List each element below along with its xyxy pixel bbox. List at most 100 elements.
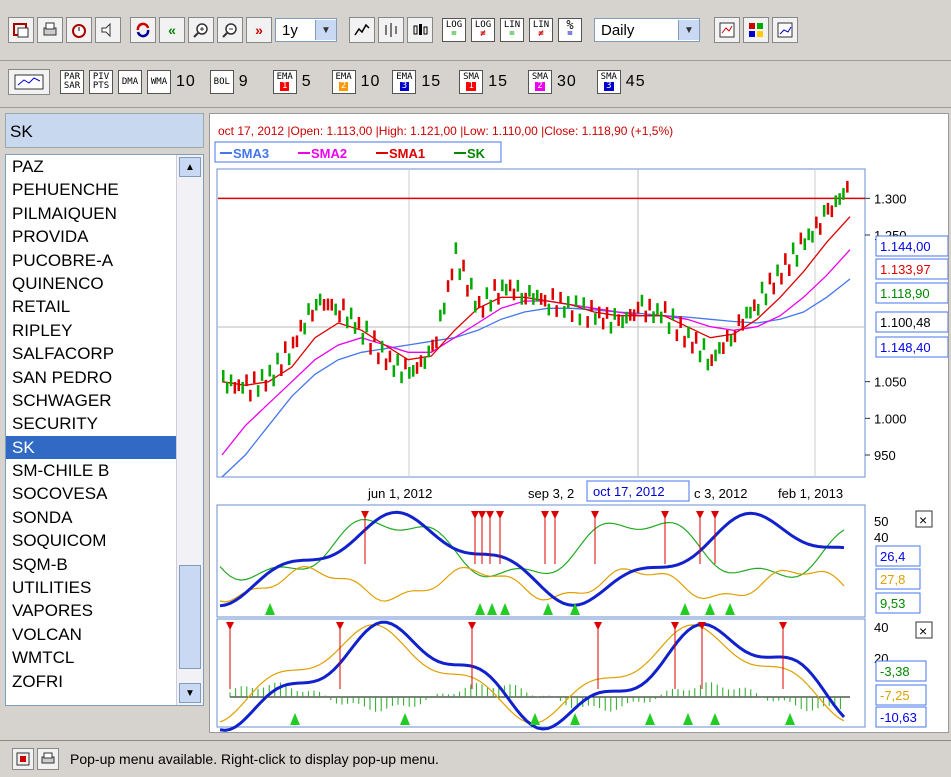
list-item[interactable]: VOLCAN [6, 623, 178, 646]
scroll-thumb[interactable] [179, 565, 201, 669]
piv-pts-button[interactable]: PIV PTS [89, 70, 113, 94]
list-item[interactable]: PROVIDA [6, 225, 178, 248]
list-item[interactable]: SK [6, 435, 178, 460]
price-candle [400, 371, 403, 384]
ema-3-value[interactable]: 15 [421, 73, 441, 91]
list-item[interactable]: PEHUENCHE [6, 178, 178, 201]
zoom-in-icon[interactable] [188, 17, 214, 43]
list-scrollbar[interactable]: ▲ ▼ [176, 155, 203, 705]
price-candle [629, 309, 632, 321]
list-item[interactable]: VAPORES [6, 599, 178, 622]
sound-icon[interactable] [95, 17, 121, 43]
list-item[interactable]: ZOFRI [6, 670, 178, 693]
price-candle [237, 379, 240, 392]
lin-equal-button[interactable]: LIN = [500, 18, 524, 42]
price-candle [687, 326, 690, 339]
chart-canvas[interactable]: oct 17, 2012 |Open: 1.113,00 |High: 1.12… [210, 114, 949, 732]
price-candle [547, 303, 551, 316]
timer-icon[interactable] [66, 17, 92, 43]
log-notequal-button[interactable]: LOG ≠ [471, 18, 495, 42]
dma-button[interactable]: DMA [118, 70, 142, 94]
period-select[interactable]: 1y ▼ [275, 18, 337, 42]
close-oscillator-1-button[interactable]: × [915, 510, 933, 528]
list-item[interactable]: RETAIL [6, 295, 178, 318]
status-text: Pop-up menu available. Right-click to di… [70, 751, 439, 767]
price-candle [702, 338, 706, 350]
list-item[interactable]: SONDA [6, 506, 178, 529]
price-candle [799, 232, 803, 245]
list-item[interactable]: RIPLEY [6, 319, 178, 342]
percent-button[interactable]: % = [558, 18, 582, 42]
symbol-list[interactable]: PAZ PEHUENCHE PILMAIQUEN PROVIDA PUCOBRE-A QU… [5, 154, 204, 706]
list-item[interactable]: SCHWAGER [6, 389, 178, 412]
sma-2-button[interactable]: SMA 2 [528, 70, 552, 94]
price-candle [749, 306, 752, 319]
list-item[interactable]: PAZ [6, 155, 178, 178]
fast-forward-icon[interactable]: » [246, 17, 272, 43]
oscillator-pane-2[interactable] [216, 618, 866, 728]
list-item[interactable]: UTILITIES [6, 576, 178, 599]
ema-3-button[interactable]: EMA 3 [392, 70, 417, 94]
rewind-icon[interactable]: « [159, 17, 185, 43]
sma-2-value[interactable]: 30 [557, 73, 577, 91]
fullscreen-icon[interactable] [12, 748, 34, 770]
sma-1-button[interactable]: SMA 1 [459, 70, 484, 94]
scroll-down-icon[interactable]: ▼ [179, 683, 201, 703]
scroll-up-icon[interactable]: ▲ [179, 157, 201, 177]
price-label: 1.144,00 [880, 239, 931, 254]
list-item[interactable]: SALFACORP [6, 342, 178, 365]
price-pane[interactable] [216, 168, 866, 478]
date-label: sep 3, 2 [528, 486, 574, 501]
price-candle [621, 316, 624, 329]
ema-2-value[interactable]: 10 [361, 73, 381, 91]
print-icon[interactable] [37, 748, 59, 770]
price-candle [454, 242, 458, 254]
list-item[interactable]: SECURITY [6, 412, 178, 435]
price-candle [555, 305, 558, 317]
compare-chart-icon[interactable] [772, 17, 798, 43]
sma-3-value[interactable]: 45 [626, 73, 646, 91]
candlestick-icon[interactable] [407, 17, 433, 43]
chart-area[interactable]: oct 17, 2012 |Open: 1.113,00 |High: 1.12… [209, 113, 949, 733]
interval-select[interactable]: Daily ▼ [594, 18, 700, 42]
refresh-icon[interactable] [130, 17, 156, 43]
list-item[interactable]: SOQUICOM [6, 529, 178, 552]
line-chart-icon[interactable] [349, 17, 375, 43]
bol-button[interactable]: BOL [209, 70, 234, 94]
ema-1-value[interactable]: 5 [302, 73, 312, 91]
color-palette-icon[interactable] [743, 17, 769, 43]
price-candle [505, 283, 508, 296]
par-sar-button[interactable]: PAR SAR [60, 70, 84, 94]
print-icon[interactable] [37, 17, 63, 43]
price-candle [776, 264, 779, 277]
list-item[interactable]: QUINENCO [6, 272, 178, 295]
log-equal-button[interactable]: LOG = [442, 18, 466, 42]
wma-button[interactable]: WMA [147, 70, 171, 94]
list-item[interactable]: PILMAIQUEN [6, 202, 178, 225]
list-item[interactable]: SM-CHILE B [6, 459, 178, 482]
list-item[interactable]: SAN PEDRO [6, 366, 178, 389]
sma-1-value[interactable]: 15 [488, 73, 508, 91]
bar-chart-icon[interactable] [378, 17, 404, 43]
bol-value[interactable]: 9 [239, 73, 249, 91]
new-window-icon[interactable] [8, 17, 34, 43]
chevron-down-icon[interactable]: ▼ [678, 20, 699, 40]
list-item[interactable]: SOCOVESA [6, 482, 178, 505]
chevron-down-icon[interactable]: ▼ [315, 20, 336, 40]
price-candle [722, 342, 725, 354]
indicator-add-icon[interactable] [8, 69, 50, 95]
list-item[interactable]: SQM-B [6, 553, 178, 576]
list-item[interactable]: PUCOBRE-A [6, 249, 178, 272]
ema-1-button[interactable]: EMA 1 [272, 70, 297, 94]
zoom-out-icon[interactable] [217, 17, 243, 43]
sma-3-button[interactable]: SMA 3 [596, 70, 621, 94]
price-candle [443, 302, 446, 315]
list-item[interactable]: WMTCL [6, 646, 178, 669]
wma-value[interactable]: 10 [176, 73, 196, 91]
close-oscillator-2-button[interactable]: × [915, 621, 933, 639]
price-candle [714, 349, 717, 362]
lin-notequal-button[interactable]: LIN ≠ [529, 18, 553, 42]
price-candle [439, 309, 442, 322]
indicator-window-icon[interactable] [714, 17, 740, 43]
ema-2-button[interactable]: EMA 2 [331, 70, 356, 94]
